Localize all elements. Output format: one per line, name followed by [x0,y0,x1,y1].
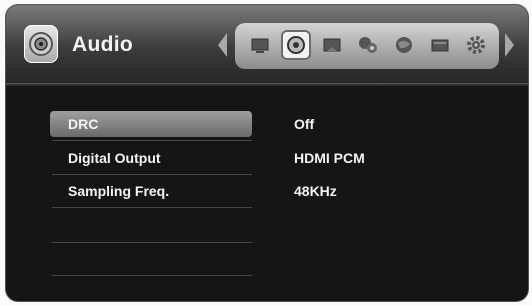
menu-item-digital-output[interactable]: Digital Output HDMI PCM [50,145,365,171]
audio-disc-icon [24,25,58,63]
header-divider [6,83,528,86]
header-bar: Audio [6,5,528,83]
page-title: Audio [72,33,133,56]
menu-item-label: DRC [68,116,99,132]
menu-item-value: Off [294,116,315,132]
row-divider [52,242,252,243]
row-divider [52,174,252,175]
menu-item-empty [50,246,252,272]
menu-item-empty [50,212,252,238]
row-divider [52,275,252,276]
menu-item-label: Digital Output [68,150,161,166]
gear-icon[interactable] [463,32,489,58]
category-icon-bar [235,23,499,69]
chevron-right-icon[interactable] [505,33,514,57]
settings-screen: Audio DRC Off Digital Output HDMI PCM Sa… [6,5,528,301]
audio-icon[interactable] [283,32,309,58]
display-icon[interactable] [247,32,273,58]
chevron-left-icon[interactable] [218,33,227,57]
menu-item-sampling-freq[interactable]: Sampling Freq. 48KHz [50,178,337,204]
row-divider [52,207,252,208]
lock-icon[interactable] [319,32,345,58]
row-divider [52,140,252,141]
globe-icon[interactable] [391,32,417,58]
menu-item-value: 48KHz [294,183,337,199]
menu-item-value: HDMI PCM [294,150,365,166]
menu-item-drc[interactable]: DRC Off [50,111,314,137]
folder-icon[interactable] [427,32,453,58]
network-icon[interactable] [355,32,381,58]
menu-item-label: Sampling Freq. [68,183,170,199]
